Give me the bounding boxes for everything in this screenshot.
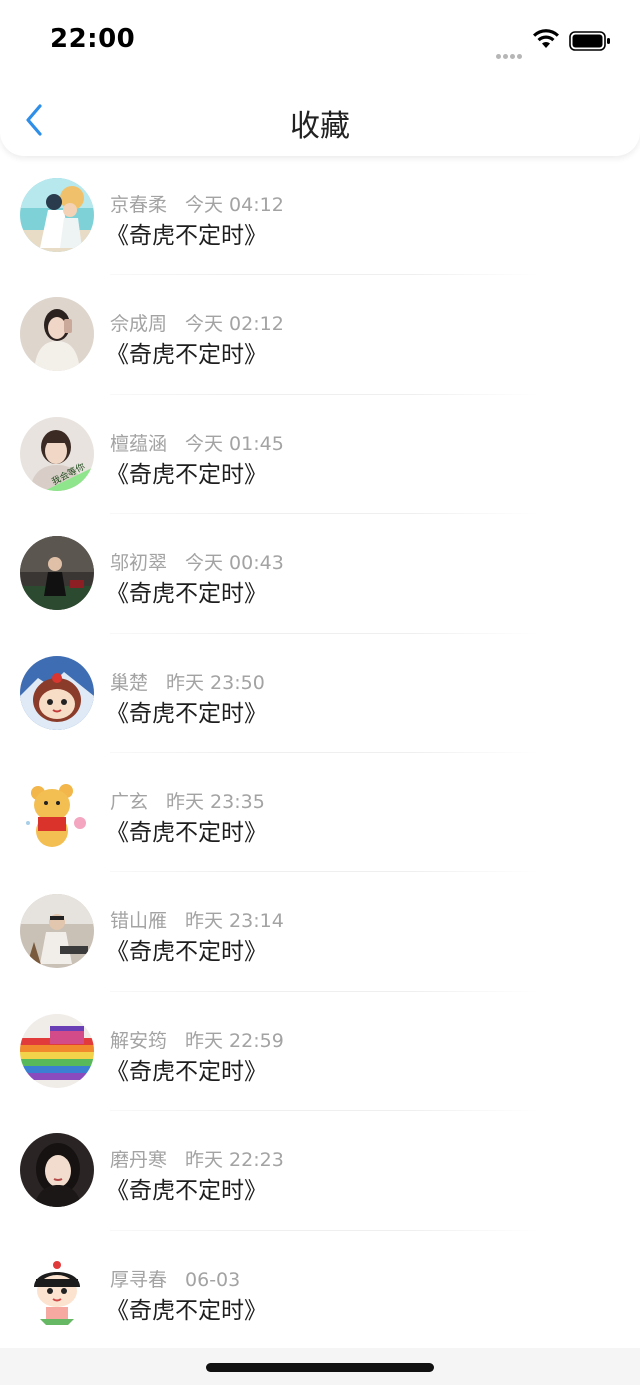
list-item[interactable]: 巢楚 昨天 23:50 《奇虎不定时》 (0, 634, 640, 753)
winnie-pooh-avatar (20, 774, 94, 849)
timestamp: 昨天 23:35 (166, 790, 265, 813)
cartoon-girl-avatar (20, 655, 94, 730)
item-title: 《奇虎不定时》 (106, 819, 267, 846)
user-name: 佘成周 (110, 313, 168, 336)
timestamp: 06-03 (185, 1268, 241, 1291)
item-title: 《奇虎不定时》 (106, 700, 267, 727)
item-meta: 厚寻春 06-03 (110, 1265, 240, 1292)
item-meta: 磨丹寒 昨天 22:23 (110, 1145, 284, 1172)
list-item[interactable]: 邬初翠 今天 00:43 《奇虎不定时》 (0, 514, 640, 634)
list-item[interactable]: 广玄 昨天 23:35 《奇虎不定时》 (0, 753, 640, 873)
user-name: 错山雁 (110, 910, 168, 933)
user-name: 广玄 (110, 790, 149, 813)
item-meta: 京春柔 今天 04:12 (110, 190, 284, 217)
item-meta: 错山雁 昨天 23:14 (110, 906, 284, 933)
timestamp: 昨天 23:50 (166, 671, 265, 694)
item-meta: 邬初翠 今天 00:43 (110, 548, 284, 575)
favorites-screen: 22:00 收藏 京春柔 今天 04:12 《奇虎不定时》 佘成周 今天 02:… (0, 0, 640, 1385)
wifi-icon (532, 28, 560, 50)
list-item[interactable]: 错山雁 昨天 23:14 《奇虎不定时》 (0, 872, 640, 992)
girl-portrait-avatar (20, 297, 94, 372)
timestamp: 昨天 23:14 (185, 910, 284, 933)
user-name: 巢楚 (110, 671, 149, 694)
list-item[interactable]: 佘成周 今天 02:12 《奇虎不定时》 (0, 275, 640, 395)
item-title: 《奇虎不定时》 (106, 1178, 267, 1205)
list-item[interactable]: 厚寻春 06-03 《奇虎不定时》 (0, 1231, 640, 1350)
rainbow-cake-avatar (20, 1013, 94, 1088)
timestamp: 今天 02:12 (185, 313, 284, 336)
user-name: 解安筠 (110, 1029, 168, 1052)
item-meta: 檀蕴涵 今天 01:45 (110, 429, 284, 456)
item-title: 《奇虎不定时》 (106, 342, 267, 369)
timestamp: 今天 01:45 (185, 432, 284, 455)
signal-dots-icon (496, 44, 524, 59)
man-sitting-avatar (20, 894, 94, 969)
item-title: 《奇虎不定时》 (106, 581, 267, 608)
item-meta: 巢楚 昨天 23:50 (110, 668, 265, 695)
user-name: 厚寻春 (110, 1268, 168, 1291)
timestamp: 今天 04:12 (185, 194, 284, 216)
user-name: 檀蕴涵 (110, 432, 168, 455)
item-title: 《奇虎不定时》 (106, 1297, 267, 1324)
list-item[interactable]: 京春柔 今天 04:12 《奇虎不定时》 (0, 156, 640, 276)
item-title: 《奇虎不定时》 (106, 461, 267, 488)
item-title: 《奇虎不定时》 (106, 939, 267, 966)
cartoon-kid-avatar (20, 1252, 94, 1327)
boy-portrait-avatar: 我会等你 (20, 416, 94, 491)
battery-icon (569, 31, 611, 51)
list-item[interactable]: 我会等你 檀蕴涵 今天 01:45 《奇虎不定时》 (0, 395, 640, 515)
item-title: 《奇虎不定时》 (106, 1058, 267, 1085)
status-time: 22:00 (50, 24, 136, 54)
page-title: 收藏 (290, 109, 350, 144)
home-indicator[interactable] (206, 1363, 434, 1372)
favorites-list: 京春柔今天 04:12 《奇虎不定时》 佘成周今天 02:12 《奇虎不定时 (0, 156, 640, 1350)
timestamp: 昨天 22:59 (185, 1029, 284, 1052)
user-name: 磨丹寒 (110, 1149, 168, 1172)
user-name: 邬初翠 (110, 552, 168, 575)
timestamp: 昨天 22:23 (185, 1149, 284, 1172)
status-bar: 22:00 (0, 0, 640, 80)
timestamp: 今天 00:43 (185, 552, 284, 575)
list-item[interactable]: 解安筠 昨天 22:59 《奇虎不定时》 (0, 992, 640, 1112)
item-meta: 佘成周 今天 02:12 (110, 309, 284, 336)
woman-portrait-avatar (20, 1133, 94, 1208)
list-item[interactable]: 磨丹寒 昨天 22:23 《奇虎不定时》 (0, 1111, 640, 1231)
dark-photo-avatar (20, 536, 94, 611)
item-meta: 广玄 昨天 23:35 (110, 787, 265, 814)
item-meta: 解安筠 昨天 22:59 (110, 1026, 284, 1053)
item-title: 《奇虎不定时》 (106, 223, 267, 249)
couple-beach-avatar (20, 178, 94, 252)
user-name: 京春柔 (110, 194, 168, 216)
